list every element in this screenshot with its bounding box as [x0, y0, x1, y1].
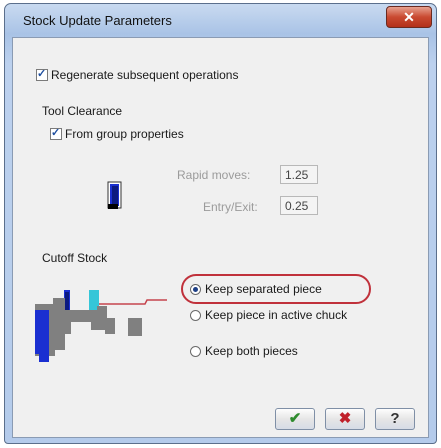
keep-active-chuck-label: Keep piece in active chuck [205, 308, 348, 322]
cutoff-stock-heading: Cutoff Stock [42, 251, 108, 265]
keep-both-radio[interactable] [190, 345, 201, 357]
keep-active-chuck-radio[interactable] [190, 309, 201, 321]
entry-exit-field[interactable] [280, 196, 318, 215]
tool-clearance-icon [107, 181, 122, 209]
help-icon: ? [390, 410, 400, 427]
cancel-button[interactable]: ✖ [325, 408, 365, 430]
help-button[interactable]: ? [375, 408, 415, 430]
keep-separated-radio[interactable] [190, 283, 201, 295]
regenerate-checkbox[interactable] [36, 67, 48, 81]
from-group-label: From group properties [65, 127, 184, 141]
close-button[interactable]: ✕ [386, 6, 432, 28]
option-keep-both[interactable]: Keep both pieces [190, 344, 298, 358]
from-group-checkbox-row[interactable]: From group properties [50, 126, 184, 141]
rapid-moves-label: Rapid moves: [177, 168, 251, 182]
checkmark-icon: ✔ [288, 410, 302, 427]
tool-clearance-heading: Tool Clearance [42, 104, 123, 118]
option-keep-active-chuck[interactable]: Keep piece in active chuck [190, 308, 347, 322]
option-keep-separated[interactable]: Keep separated piece [190, 282, 322, 296]
dialog-window: Stock Update Parameters ✕ Regenerate sub… [4, 3, 437, 444]
cutoff-stock-illustration [35, 290, 167, 362]
close-icon: ✕ [403, 9, 415, 25]
regenerate-checkbox-row[interactable]: Regenerate subsequent operations [36, 67, 239, 82]
rapid-moves-field[interactable] [280, 165, 318, 184]
keep-separated-label: Keep separated piece [205, 282, 322, 296]
keep-both-label: Keep both pieces [205, 344, 298, 358]
ok-button[interactable]: ✔ [275, 408, 315, 430]
entry-exit-label: Entry/Exit: [203, 200, 258, 214]
regenerate-label: Regenerate subsequent operations [51, 68, 239, 82]
dialog-body: Regenerate subsequent operations Tool Cl… [12, 37, 429, 438]
cancel-x-icon: ✖ [338, 410, 352, 427]
window-title: Stock Update Parameters [23, 13, 172, 28]
from-group-checkbox[interactable] [50, 126, 62, 140]
